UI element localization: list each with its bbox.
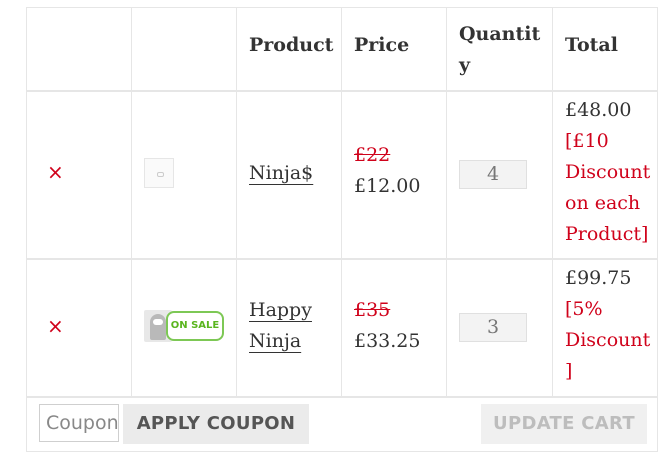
header-product-cell: Product: [237, 8, 341, 90]
price-cell: £35 £33.25: [342, 258, 446, 396]
product-name-link[interactable]: Happy Ninja: [249, 299, 312, 352]
table-header: Product Price Quantity Total: [27, 8, 657, 92]
hoodie-face: [153, 319, 163, 325]
remove-item-button[interactable]: ×: [47, 314, 64, 338]
header-thumbnail-cell: [132, 8, 236, 90]
discount-note: [£10 Discount on each Product]: [565, 130, 651, 245]
total-cell: £48.00 [£10 Discount on each Product]: [553, 90, 659, 258]
header-total: Total: [565, 34, 618, 56]
quantity-cell: 4: [447, 90, 552, 258]
on-sale-badge: ON SALE: [166, 311, 224, 341]
sale-price: £12.00: [354, 175, 421, 197]
coupon-code-input[interactable]: Coupon code: [39, 404, 119, 442]
name-cell: Ninja$: [237, 90, 341, 258]
header-price: Price: [354, 34, 410, 56]
product-name-wrap: Happy Ninja: [249, 295, 341, 357]
update-cart-button[interactable]: UPDATE CART: [481, 404, 647, 444]
cart-actions: Coupon code APPLY COUPON UPDATE CART: [27, 396, 657, 452]
cart-table: Product Price Quantity Total × Ninja$ £2…: [26, 7, 658, 452]
header-product: Product: [249, 34, 334, 56]
thumbnail-cell: [132, 90, 236, 258]
regular-price: £22: [354, 144, 391, 166]
header-price-cell: Price: [342, 8, 446, 90]
regular-price: £35: [354, 299, 391, 321]
quantity-cell: 3: [447, 258, 552, 396]
price-wrap: £22 £12.00: [354, 140, 420, 202]
apply-coupon-button[interactable]: APPLY COUPON: [123, 404, 309, 444]
quantity-input[interactable]: 3: [459, 313, 527, 342]
table-row: × Ninja$ £22 £12.00 4 £48.00 [£10 Discou…: [27, 90, 657, 260]
remove-cell: ×: [27, 258, 131, 396]
price-cell: £22 £12.00: [342, 90, 446, 258]
table-row: × ON SALE Happy Ninja £35 £33.25 3 £99.7…: [27, 258, 657, 398]
header-quantity: Quantity: [459, 23, 541, 76]
price-wrap: £35 £33.25: [354, 295, 420, 357]
discount-note: [5% Discount ]: [565, 298, 651, 382]
line-total: £48.00: [565, 99, 632, 121]
header-quantity-cell: Quantity: [447, 8, 552, 90]
header-remove-cell: [27, 8, 131, 90]
remove-cell: ×: [27, 90, 131, 258]
sale-price: £33.25: [354, 330, 421, 352]
name-cell: Happy Ninja: [237, 258, 341, 396]
remove-item-button[interactable]: ×: [47, 160, 64, 184]
total-wrap: £99.75 [5% Discount ]: [565, 263, 657, 387]
header-total-cell: Total: [553, 8, 659, 90]
line-total: £99.75: [565, 267, 632, 289]
hoodie-shape: [150, 314, 166, 340]
quantity-input[interactable]: 4: [459, 160, 527, 189]
thumbnail-cell: ON SALE: [132, 258, 236, 396]
product-thumbnail[interactable]: [144, 158, 174, 188]
total-wrap: £48.00 [£10 Discount on each Product]: [565, 95, 657, 250]
product-name-wrap: Ninja$: [249, 158, 313, 189]
product-name-link[interactable]: Ninja$: [249, 162, 313, 184]
total-cell: £99.75 [5% Discount ]: [553, 258, 659, 396]
